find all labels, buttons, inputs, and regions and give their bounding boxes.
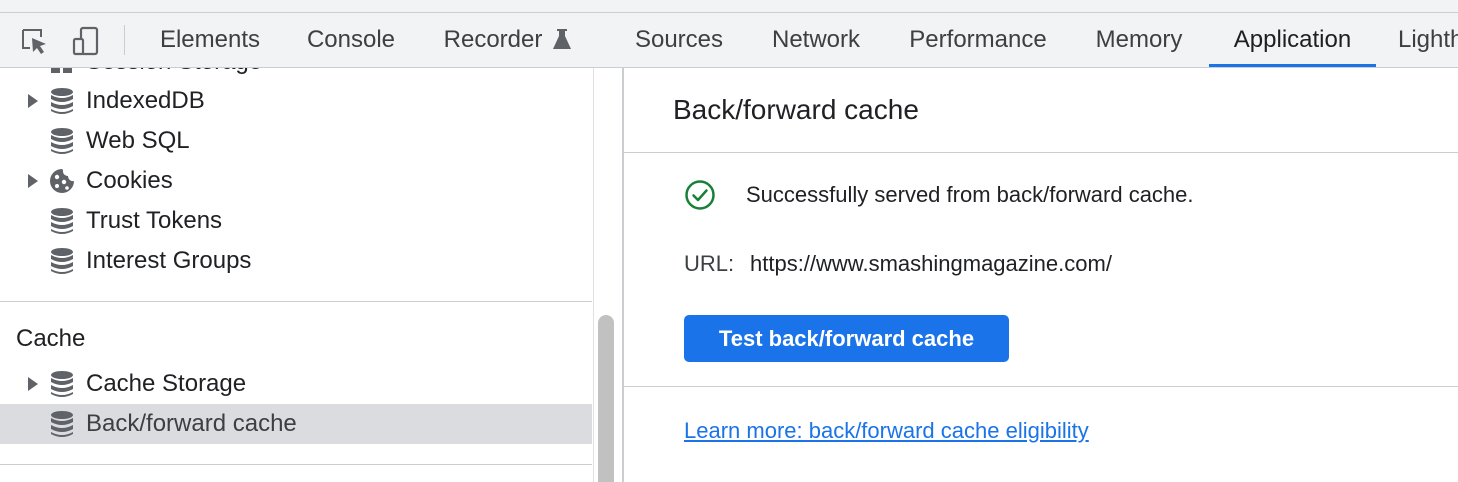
sidebar-item-label: Session Storage bbox=[86, 68, 262, 76]
sidebar-item-label: Trust Tokens bbox=[86, 207, 223, 234]
device-toolbar-icon[interactable] bbox=[70, 25, 102, 57]
database-icon bbox=[48, 87, 76, 115]
tab-sources[interactable]: Sources bbox=[624, 13, 734, 67]
status-row bbox=[684, 178, 716, 212]
grid-storage-icon bbox=[48, 68, 76, 76]
sidebar-divider bbox=[0, 301, 592, 302]
active-tab-indicator bbox=[1209, 64, 1376, 67]
sidebar-item-session-storage[interactable]: Session Storage bbox=[0, 68, 592, 82]
sidebar-item-label: Interest Groups bbox=[86, 247, 252, 274]
sidebar-divider bbox=[0, 464, 592, 465]
sidebar-item-indexeddb[interactable]: IndexedDB bbox=[0, 81, 592, 121]
page-title: Back/forward cache bbox=[673, 94, 919, 125]
database-icon bbox=[48, 410, 76, 438]
sidebar-item-back-forward-cache[interactable]: Back/forward cache bbox=[0, 404, 592, 444]
database-icon bbox=[48, 370, 76, 398]
sidebar-item-label: Back/forward cache bbox=[86, 410, 297, 437]
expand-arrow-icon[interactable] bbox=[26, 377, 40, 391]
test-back-forward-cache-button[interactable]: Test back/forward cache bbox=[684, 315, 1009, 362]
database-icon bbox=[48, 207, 76, 235]
back-forward-cache-panel: Back/forward cache Successfully served f… bbox=[624, 68, 1458, 482]
devtools-toolbar: Elements Console Recorder Sources Networ… bbox=[0, 13, 1458, 68]
window-top-strip bbox=[0, 0, 1458, 13]
tab-network[interactable]: Network bbox=[760, 13, 872, 67]
check-circle-icon bbox=[685, 180, 715, 210]
title-divider bbox=[624, 152, 1458, 153]
url-label: URL: bbox=[684, 251, 735, 276]
sidebar-item-trust-tokens[interactable]: Trust Tokens bbox=[0, 201, 592, 241]
expand-arrow-icon[interactable] bbox=[26, 174, 40, 188]
sidebar-item-label: Cookies bbox=[86, 167, 173, 194]
learn-more-link[interactable]: Learn more: back/forward cache eligibili… bbox=[684, 418, 1089, 444]
tab-application[interactable]: Application bbox=[1209, 13, 1376, 67]
status-message: Successfully served from back/forward ca… bbox=[746, 182, 1194, 207]
sidebar-item-web-sql[interactable]: Web SQL bbox=[0, 121, 592, 161]
section-divider bbox=[624, 386, 1458, 387]
sidebar-item-label: Web SQL bbox=[86, 127, 190, 154]
toolbar-separator bbox=[124, 25, 125, 55]
sidebar-item-label: IndexedDB bbox=[86, 87, 205, 114]
tab-performance[interactable]: Performance bbox=[898, 13, 1058, 67]
sidebar-item-cookies[interactable]: Cookies bbox=[0, 161, 592, 201]
tab-lighthouse[interactable]: Lighth bbox=[1398, 13, 1458, 67]
flask-icon bbox=[553, 29, 572, 49]
cache-section-header: Cache bbox=[16, 325, 86, 352]
sidebar-item-cache-storage[interactable]: Cache Storage bbox=[0, 364, 592, 404]
database-icon bbox=[48, 247, 76, 275]
tab-elements[interactable]: Elements bbox=[150, 13, 270, 67]
database-icon bbox=[48, 127, 76, 155]
expand-arrow-icon[interactable] bbox=[26, 94, 40, 108]
select-element-icon[interactable] bbox=[18, 25, 50, 57]
tab-console[interactable]: Console bbox=[295, 13, 407, 67]
application-sidebar: Session Storage IndexedDB Web SQL bbox=[0, 68, 592, 482]
url-value: https://www.smashingmagazine.com/ bbox=[750, 251, 1112, 276]
sidebar-scrollbar-thumb[interactable] bbox=[598, 315, 614, 482]
tab-recorder[interactable]: Recorder bbox=[433, 13, 583, 67]
tab-memory[interactable]: Memory bbox=[1084, 13, 1194, 67]
sidebar-item-interest-groups[interactable]: Interest Groups bbox=[0, 241, 592, 281]
cookie-icon bbox=[48, 167, 76, 195]
sidebar-item-label: Cache Storage bbox=[86, 370, 247, 397]
